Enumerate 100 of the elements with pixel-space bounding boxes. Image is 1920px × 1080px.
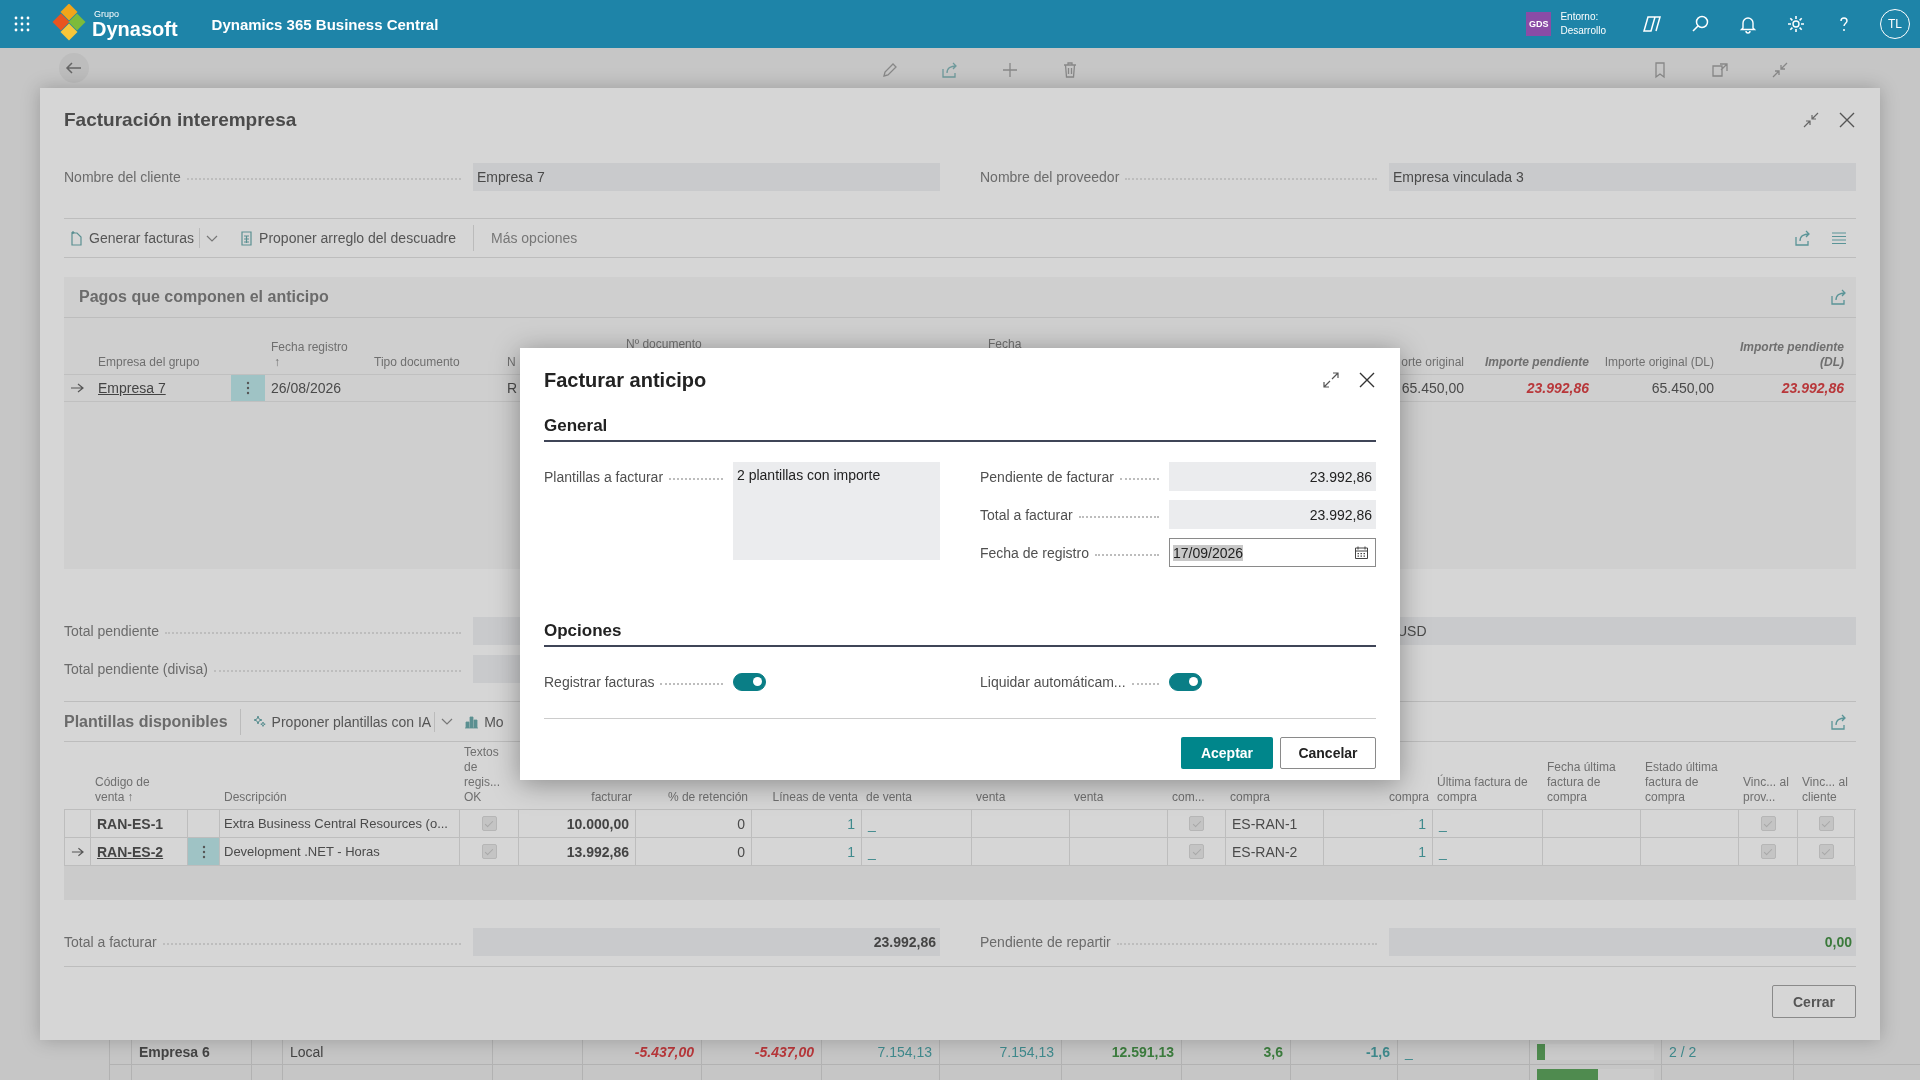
column-header[interactable]: Líneas de venta	[752, 790, 862, 809]
column-header[interactable]: compra	[1226, 790, 1324, 809]
accept-button[interactable]: Aceptar	[1181, 737, 1273, 769]
new-document-icon	[69, 230, 84, 246]
caret-icon	[206, 234, 219, 243]
column-header[interactable]: Vinc... al cliente	[1798, 775, 1855, 809]
column-header[interactable]: Estado última factura de compra	[1641, 760, 1739, 809]
action-button[interactable]: Mo	[461, 707, 507, 736]
date-field[interactable]: 17/09/2026	[1169, 538, 1376, 567]
sort-arrow: ↑	[274, 355, 280, 369]
vertical-dots-icon	[246, 381, 250, 395]
column-header[interactable]: Vinc... al prov...	[1739, 775, 1798, 809]
document-table-icon	[239, 230, 255, 246]
back-icon[interactable]	[58, 52, 90, 84]
panel-title: Pagos que componen el anticipo	[79, 288, 329, 306]
input-field[interactable]: 23.992,86	[1169, 500, 1376, 529]
column-header[interactable]: Importe original (DL)	[1595, 355, 1720, 374]
field-label: Nombre del proveedor	[980, 169, 1120, 185]
field-label: Total pendiente (divisa)	[64, 661, 208, 677]
app-launcher-icon[interactable]	[14, 16, 30, 32]
share-icon[interactable]	[1830, 288, 1848, 306]
column-header[interactable]: Última factura de compra	[1433, 775, 1543, 809]
edit-icon[interactable]	[881, 61, 899, 79]
share-icon[interactable]	[941, 61, 959, 79]
column-header[interactable]: facturar	[519, 790, 636, 809]
collapse-icon[interactable]	[1802, 111, 1820, 129]
checkbox[interactable]	[481, 816, 497, 831]
dialog-title: Facturar anticipo	[544, 368, 707, 392]
text-area[interactable]: 2 plantillas con importe	[733, 462, 940, 560]
list-view-icon[interactable]	[1830, 229, 1848, 247]
plus-icon[interactable]	[1001, 61, 1019, 79]
collapse-icon[interactable]	[1771, 61, 1789, 79]
checkbox[interactable]	[1760, 844, 1776, 859]
toggle-switch[interactable]	[733, 672, 766, 691]
column-header[interactable]: com...	[1168, 790, 1226, 809]
table-cell-text: 23.992,86	[1781, 380, 1844, 396]
checkbox[interactable]	[1818, 844, 1834, 859]
share-icon[interactable]	[1794, 229, 1812, 247]
table-cell: ES-RAN-1	[1226, 810, 1324, 838]
total-field[interactable]: 0,00	[1389, 928, 1856, 956]
column-header[interactable]: de venta	[862, 790, 972, 809]
column-header[interactable]: % de retención	[636, 790, 752, 809]
table-cell: 10.000,00	[519, 810, 636, 838]
search-icon[interactable]	[1690, 14, 1710, 34]
column-header[interactable]: Empresa del grupo	[92, 355, 231, 374]
action-button[interactable]: Proponer plantillas con IA	[248, 707, 435, 736]
close-button[interactable]: Cerrar	[1772, 985, 1856, 1018]
table-cell[interactable]: _	[1433, 810, 1543, 838]
column-header[interactable]: venta	[972, 790, 1070, 809]
checkbox[interactable]	[1818, 816, 1834, 831]
toggle-switch[interactable]	[1169, 672, 1202, 691]
dialog-title: Facturación interempresa	[64, 109, 297, 131]
input-field[interactable]: Empresa vinculada 3	[1389, 163, 1856, 191]
action-button[interactable]: Proponer arreglo del descuadre	[234, 224, 461, 252]
expand-icon[interactable]	[1322, 371, 1340, 389]
input-field[interactable]: Empresa 7	[473, 163, 940, 191]
table-cell[interactable]: 1	[1324, 810, 1433, 838]
notification-bell-icon[interactable]	[1738, 14, 1758, 34]
share-icon[interactable]	[1830, 712, 1848, 731]
checkbox[interactable]	[1760, 816, 1776, 831]
checkbox[interactable]	[1189, 816, 1204, 831]
table-cell-text: R	[507, 380, 518, 396]
column-header[interactable]: Importe pendiente	[1470, 355, 1595, 374]
column-header[interactable]: Fecha registro ↑	[265, 340, 368, 374]
action-button[interactable]: Más opciones	[485, 224, 583, 252]
row-marker-cell[interactable]	[64, 810, 91, 838]
field-label: Pendiente de repartir	[980, 934, 1111, 950]
product-title: Dynamics 365 Business Central	[211, 15, 439, 33]
calendar-icon[interactable]	[1354, 545, 1369, 560]
sort-arrow: ↑	[127, 790, 134, 804]
checkbox[interactable]	[1189, 844, 1204, 859]
column-header[interactable]: compra	[1324, 790, 1433, 809]
checkbox[interactable]	[481, 844, 497, 859]
table-cell[interactable]: _	[862, 810, 972, 838]
column-header[interactable]: Fecha última factura de compra	[1543, 760, 1641, 809]
column-header[interactable]: venta	[1070, 790, 1168, 809]
cancel-button[interactable]: Cancelar	[1280, 737, 1376, 769]
company-link[interactable]: Empresa 7	[98, 380, 166, 396]
table-cell[interactable]: RAN-ES-1	[91, 810, 188, 838]
table-cell-text: 65.450,00	[1651, 380, 1714, 396]
column-header[interactable]: Descripción	[220, 790, 460, 809]
column-header[interactable]: Tipo documento	[368, 355, 504, 374]
field-label: Registrar facturas	[544, 673, 655, 690]
column-header[interactable]: Código de venta ↑	[91, 775, 188, 809]
open-window-icon[interactable]	[1711, 61, 1729, 79]
total-field[interactable]: 23.992,86	[473, 928, 940, 956]
field-label: Pendiente de facturar	[980, 468, 1114, 485]
column-header[interactable]: Textos de regis... OK	[460, 745, 519, 809]
chart-icon	[464, 714, 480, 729]
section-title: Plantillas disponibles	[64, 712, 228, 731]
action-button[interactable]: Generar facturas	[64, 224, 200, 252]
field-label: Total pendiente	[64, 623, 159, 639]
delete-icon[interactable]	[1061, 61, 1079, 79]
settings-icon[interactable]	[1786, 14, 1806, 34]
close-icon[interactable]	[1358, 371, 1376, 389]
column-header[interactable]: Importe pendiente (DL)	[1720, 340, 1850, 374]
date-value: 17/09/2026	[1173, 544, 1244, 561]
input-field[interactable]: 23.992,86	[1169, 462, 1376, 491]
table-cell[interactable]: 1	[752, 810, 862, 838]
logo-caption: Grupo	[94, 9, 120, 19]
